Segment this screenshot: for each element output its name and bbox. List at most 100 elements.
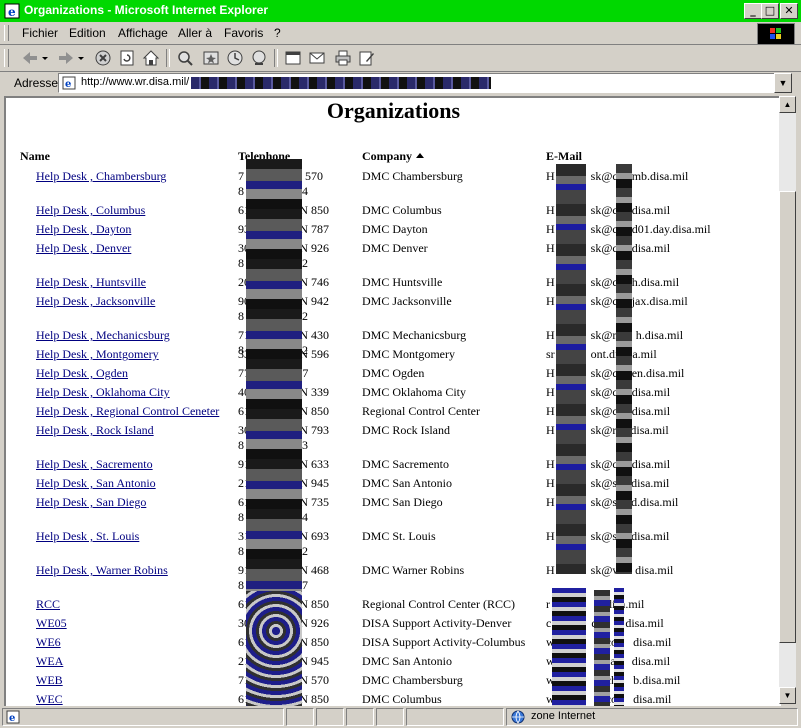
company-value: DMC Columbus: [362, 692, 442, 706]
menu-affichage[interactable]: Affichage: [118, 26, 168, 40]
status-pane-3: [316, 708, 344, 726]
email-suffix: en.disa.mil: [631, 366, 685, 380]
organization-link[interactable]: Help Desk , Denver: [36, 241, 131, 256]
edit-icon[interactable]: [358, 49, 376, 67]
company-value: DMC Columbus: [362, 203, 442, 217]
email-prefix: H: [546, 529, 555, 543]
email-suffix: d.disa.mil: [631, 495, 679, 509]
organization-link[interactable]: Help Desk , Oklahoma City: [36, 385, 170, 400]
back-icon[interactable]: [20, 49, 50, 67]
maximize-button[interactable]: □: [761, 3, 779, 19]
header-email[interactable]: E-Mail: [546, 149, 582, 164]
zone-label: zone Internet: [531, 710, 596, 722]
home-icon[interactable]: [142, 49, 160, 67]
redaction-email-lower-2: [594, 590, 610, 706]
address-label: Adresse: [14, 76, 59, 90]
table-row: Help Desk , Huntsville200, DSN 746DMC Hu…: [6, 275, 781, 293]
history-icon[interactable]: [226, 49, 244, 67]
status-pane-6: [406, 708, 504, 726]
organization-link[interactable]: Help Desk , Dayton: [36, 222, 131, 237]
sort-ascending-icon: [416, 153, 425, 158]
search-icon[interactable]: [176, 49, 194, 67]
company-value: Regional Control Center: [362, 404, 480, 418]
scroll-up-button[interactable]: ▲: [779, 96, 796, 113]
organization-link[interactable]: WEA: [36, 654, 63, 669]
refresh-icon[interactable]: [118, 49, 136, 67]
email-middle: sk@c: [590, 385, 618, 399]
company-value: DMC Rock Island: [362, 423, 450, 437]
organization-link[interactable]: WE6: [36, 635, 61, 650]
organization-link[interactable]: RCC: [36, 597, 60, 612]
email-middle: sk@c: [590, 241, 618, 255]
organization-link[interactable]: Help Desk , Regional Control Ceneter: [36, 404, 219, 419]
menu-grip: [4, 25, 9, 41]
vertical-scrollbar[interactable]: ▲ ▼: [779, 96, 796, 704]
email-suffix: h.disa.mil: [635, 328, 684, 342]
email-prefix: H: [546, 423, 555, 437]
organization-link[interactable]: Help Desk , Rock Island: [36, 423, 154, 438]
organization-link[interactable]: Help Desk , Ogden: [36, 366, 128, 381]
print-icon[interactable]: [334, 49, 352, 67]
organization-link[interactable]: Help Desk , Montgomery: [36, 347, 159, 362]
organization-link[interactable]: WE05: [36, 616, 67, 631]
close-button[interactable]: ✕: [780, 3, 798, 19]
header-name[interactable]: Name: [20, 149, 50, 164]
channels-icon[interactable]: [250, 49, 268, 67]
email-prefix: H: [546, 169, 555, 183]
page-icon: e: [62, 76, 76, 90]
telephone-line2-suffix: 4: [302, 510, 308, 524]
organization-link[interactable]: WEB: [36, 673, 63, 688]
telephone-prefix: 7: [238, 169, 244, 183]
menu-fichier[interactable]: Fichier: [22, 26, 58, 40]
status-pane-4: [346, 708, 374, 726]
address-dropdown-button[interactable]: ▼: [774, 73, 792, 93]
company-value: DISA Support Activity-Columbus: [362, 635, 526, 649]
organization-link[interactable]: Help Desk , Chambersburg: [36, 169, 166, 184]
address-bar: Adresse e http://www.wr.disa.mil/ ▼: [0, 72, 801, 94]
favorites-icon[interactable]: [202, 49, 220, 67]
scroll-thumb[interactable]: [779, 191, 796, 643]
email-suffix: d01.day.disa.mil: [631, 222, 711, 236]
scroll-down-button[interactable]: ▼: [779, 687, 796, 704]
status-pane-5: [376, 708, 404, 726]
menu-aller-a[interactable]: Aller à: [178, 26, 212, 40]
organization-link[interactable]: Help Desk , Jacksonville: [36, 294, 155, 309]
organization-link[interactable]: Help Desk , San Antonio: [36, 476, 156, 491]
mail-icon[interactable]: [308, 49, 326, 67]
menu-help[interactable]: ?: [274, 26, 281, 40]
minimize-button[interactable]: _: [744, 3, 762, 19]
toolbar-separator: [166, 49, 170, 67]
email-prefix: H: [546, 495, 555, 509]
header-company[interactable]: Company: [362, 149, 425, 164]
table-row: Help Desk , St. Louis317, DSN 69382DMC S…: [6, 529, 781, 558]
email-middle: sk@c: [590, 169, 618, 183]
menu-favoris[interactable]: Favoris: [224, 26, 263, 40]
table-row: Help Desk , Ogden77SN 777DMC OgdenHsk@ce…: [6, 366, 781, 384]
email-middle: sk@s: [590, 495, 618, 509]
table-row: RCC610, DSN 850Regional Control Center (…: [6, 597, 781, 615]
stop-icon[interactable]: [94, 49, 112, 67]
organization-link[interactable]: Help Desk , Sacremento: [36, 457, 153, 472]
organization-link[interactable]: Help Desk , Columbus: [36, 203, 145, 218]
fullscreen-icon[interactable]: [284, 49, 302, 67]
company-value: DMC San Antonio: [362, 654, 453, 668]
address-input[interactable]: e http://www.wr.disa.mil/: [58, 73, 776, 93]
organization-link[interactable]: Help Desk , Warner Robins: [36, 563, 168, 578]
organization-link[interactable]: Help Desk , Mechanicsburg: [36, 328, 170, 343]
organization-link[interactable]: Help Desk , St. Louis: [36, 529, 139, 544]
telephone-line2-suffix: 2: [302, 309, 308, 323]
menu-edition[interactable]: Edition: [69, 26, 106, 40]
company-value: DMC Mechanicsburg: [362, 328, 467, 342]
email-middle: sk@c: [590, 294, 618, 308]
forward-icon[interactable]: [56, 49, 86, 67]
status-zone-pane: zone Internet: [506, 708, 798, 726]
organization-link[interactable]: Help Desk , San Diego: [36, 495, 146, 510]
organization-link[interactable]: WEC: [36, 692, 63, 706]
redaction-email-lower: [552, 588, 586, 706]
organization-link[interactable]: Help Desk , Huntsville: [36, 275, 146, 290]
telephone-line2-suffix: 2: [302, 544, 308, 558]
address-redaction: [191, 77, 491, 89]
table-row: WEB713, DSN 570DMC Chambersburgw@chb.dis…: [6, 673, 781, 691]
company-value: DMC Jacksonville: [362, 294, 452, 308]
page-title: Organizations: [326, 98, 461, 123]
